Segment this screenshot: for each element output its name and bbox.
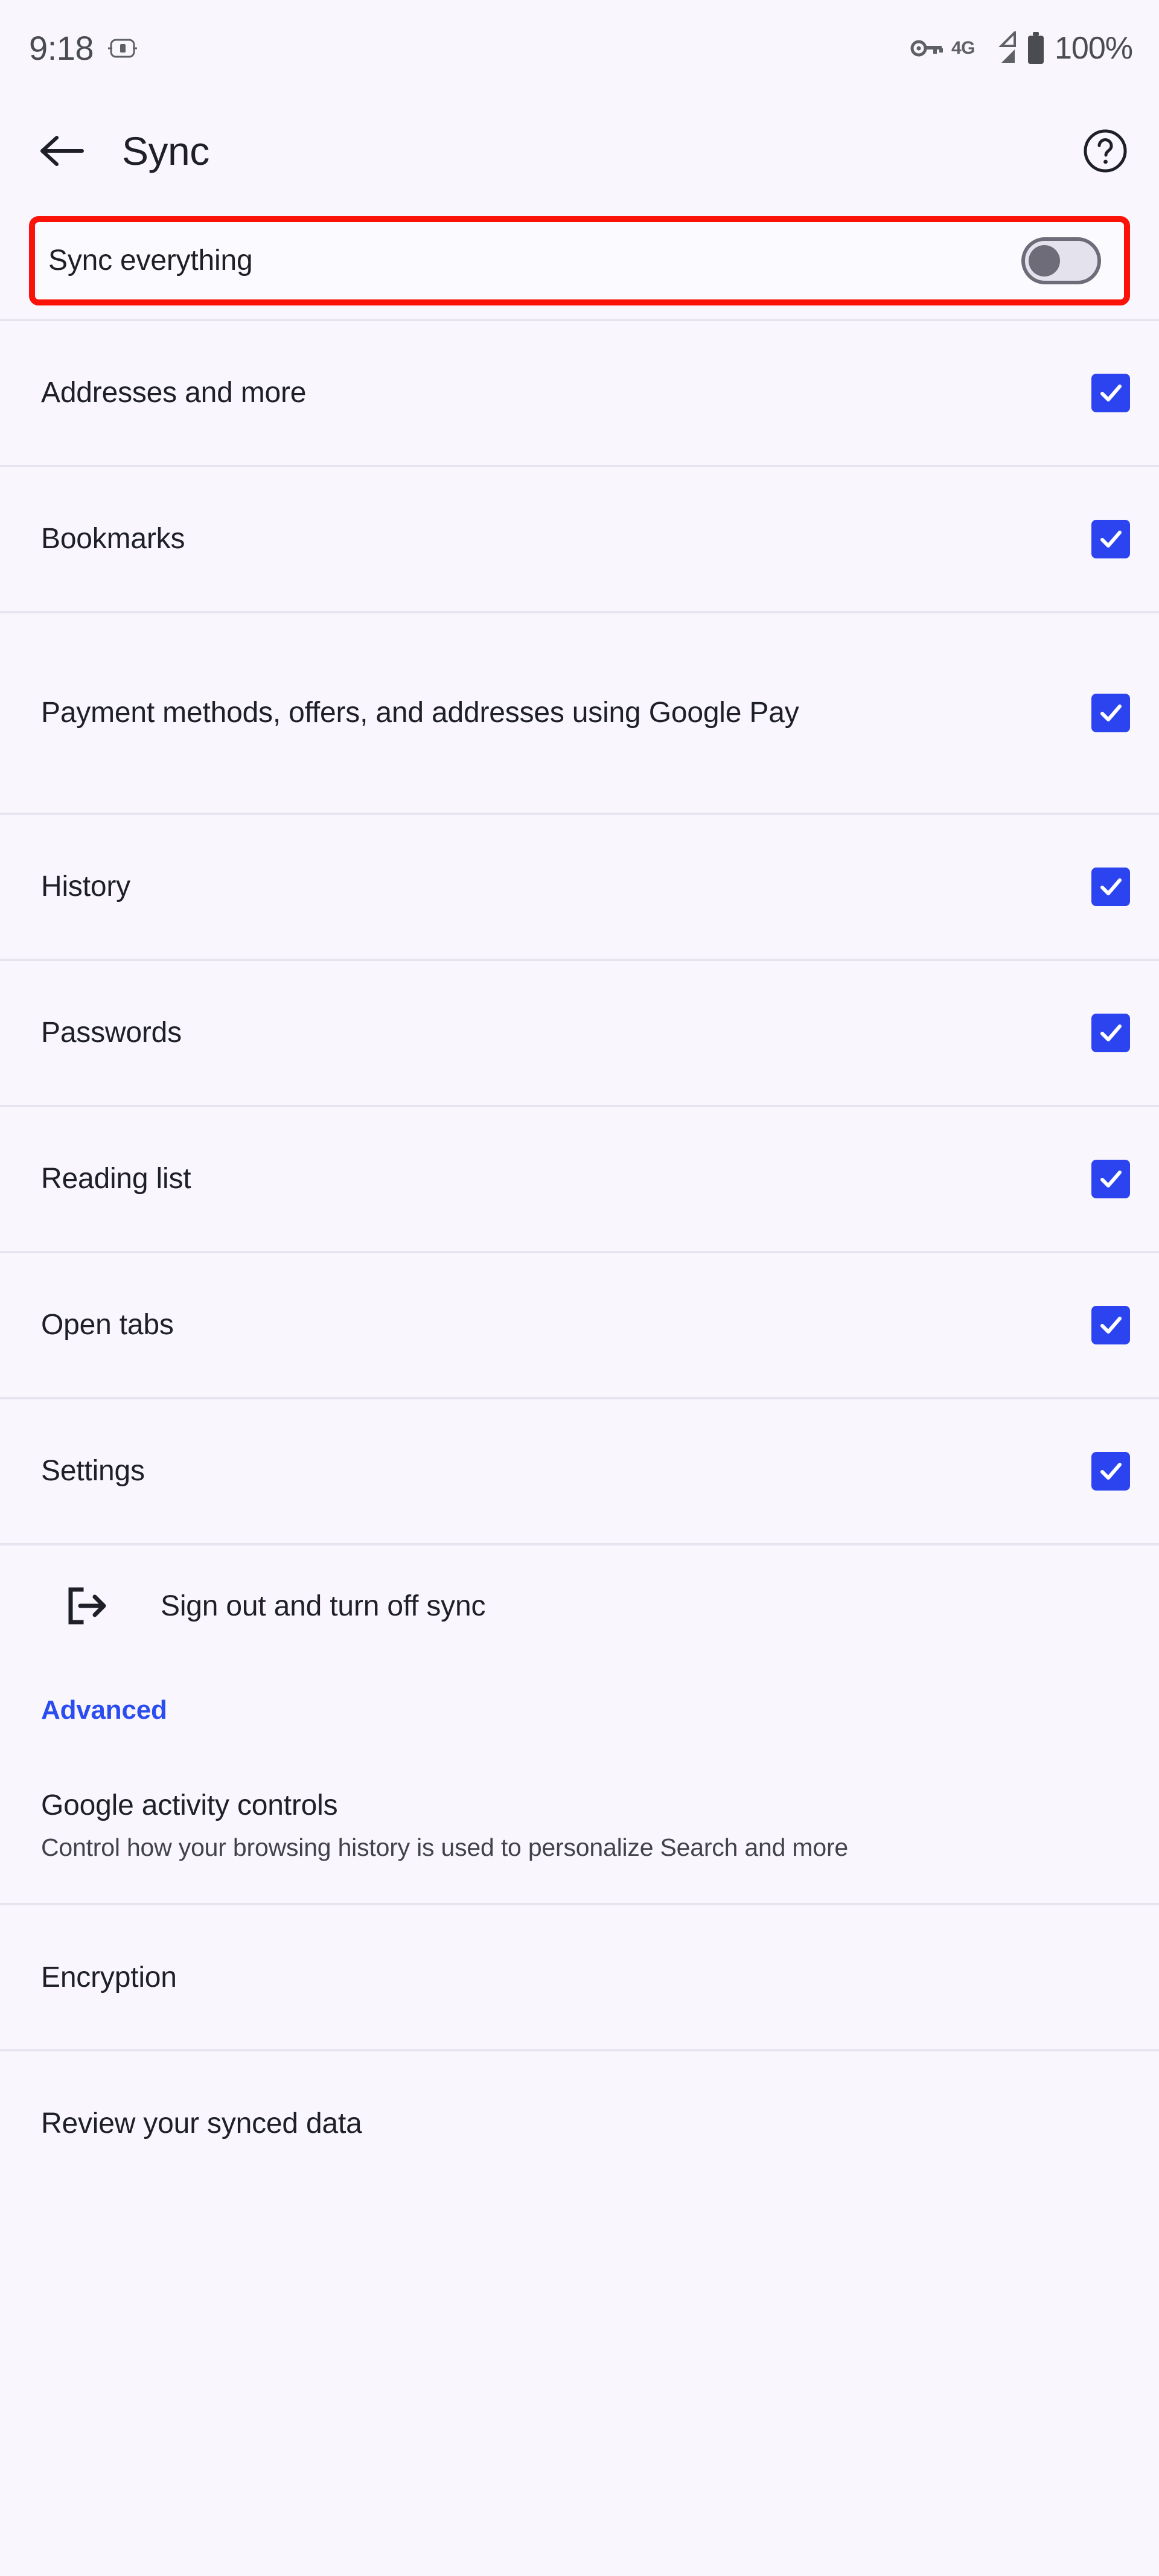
- list-item-label: Passwords: [41, 1016, 182, 1049]
- page-title: Sync: [122, 129, 209, 173]
- network-type-label: 4G: [951, 38, 975, 58]
- app-bar: Sync: [0, 97, 1159, 205]
- checkbox-passwords[interactable]: [1091, 1014, 1130, 1052]
- checkbox-payment-methods[interactable]: [1091, 694, 1130, 732]
- activity-controls-subtitle: Control how your browsing history is use…: [41, 1833, 848, 1861]
- signal-bars-icon: [983, 31, 1017, 65]
- checkbox-open-tabs[interactable]: [1091, 1306, 1130, 1344]
- table-row[interactable]: Passwords: [0, 961, 1159, 1105]
- status-bar-left: 9:18: [29, 31, 137, 65]
- check-icon: [1100, 385, 1122, 401]
- table-row[interactable]: Addresses and more: [0, 321, 1159, 465]
- checkbox-addresses-and-more[interactable]: [1091, 374, 1130, 412]
- list-item-label: History: [41, 870, 130, 903]
- checkbox-bookmarks[interactable]: [1091, 520, 1130, 558]
- table-row[interactable]: Open tabs: [0, 1253, 1159, 1397]
- activity-controls-title: Google activity controls: [41, 1789, 338, 1821]
- encryption-label: Encryption: [41, 1961, 177, 1993]
- google-activity-controls-row[interactable]: Google activity controls Control how you…: [0, 1750, 1159, 1903]
- help-circle-icon: [1082, 128, 1128, 174]
- table-row[interactable]: Settings: [0, 1399, 1159, 1543]
- review-synced-data-label: Review your synced data: [41, 2107, 362, 2140]
- sync-everything-row[interactable]: Sync everything: [29, 216, 1130, 305]
- arrow-back-icon: [40, 133, 85, 169]
- bottom-spacer: [0, 2195, 1159, 2424]
- back-button[interactable]: [36, 125, 88, 177]
- sync-everything-label: Sync everything: [48, 244, 253, 277]
- sync-data-types-list: Addresses and more Bookmarks Payment met…: [0, 319, 1159, 2424]
- check-icon: [1100, 1463, 1122, 1480]
- advanced-section-header: Advanced: [41, 1695, 167, 1725]
- check-icon: [1100, 1171, 1122, 1187]
- sync-everything-highlight: Sync everything: [0, 216, 1159, 305]
- table-row[interactable]: History: [0, 815, 1159, 959]
- list-item-label: Bookmarks: [41, 522, 185, 555]
- sync-everything-toggle[interactable]: [1021, 237, 1101, 284]
- check-icon: [1100, 531, 1122, 548]
- table-row[interactable]: Bookmarks: [0, 467, 1159, 611]
- list-item-label: Settings: [41, 1454, 145, 1487]
- battery-full-icon: [1026, 31, 1046, 65]
- status-bar: 9:18 4G 100%: [0, 0, 1159, 97]
- check-icon: [1100, 878, 1122, 895]
- check-icon: [1100, 1024, 1122, 1041]
- card-reader-icon: [108, 38, 137, 59]
- vpn-key-icon: [910, 37, 943, 59]
- logout-icon: [65, 1584, 109, 1628]
- check-icon: [1100, 1317, 1122, 1334]
- checkbox-settings[interactable]: [1091, 1452, 1130, 1491]
- encryption-row[interactable]: Encryption: [0, 1905, 1159, 2049]
- checkbox-reading-list[interactable]: [1091, 1160, 1130, 1198]
- status-bar-right: 4G 100%: [910, 31, 1133, 66]
- list-item-label: Addresses and more: [41, 376, 307, 409]
- sign-out-label: Sign out and turn off sync: [161, 1590, 486, 1622]
- list-item-label: Open tabs: [41, 1308, 174, 1341]
- check-icon: [1100, 705, 1122, 721]
- sign-out-row[interactable]: Sign out and turn off sync: [0, 1545, 1159, 1666]
- status-bar-clock: 9:18: [29, 29, 94, 67]
- help-button[interactable]: [1078, 124, 1132, 178]
- checkbox-history[interactable]: [1091, 868, 1130, 906]
- table-row[interactable]: Payment methods, offers, and addresses u…: [0, 613, 1159, 813]
- list-item-label: Reading list: [41, 1162, 191, 1195]
- toggle-knob: [1029, 245, 1060, 276]
- battery-level-label: 100%: [1055, 31, 1133, 66]
- table-row[interactable]: Reading list: [0, 1107, 1159, 1251]
- list-item-label: Payment methods, offers, and addresses u…: [41, 696, 799, 729]
- sync-settings-screen: 9:18 4G 100% Sync Sync everything Addres…: [0, 0, 1159, 2576]
- review-synced-data-row[interactable]: Review your synced data: [0, 2051, 1159, 2195]
